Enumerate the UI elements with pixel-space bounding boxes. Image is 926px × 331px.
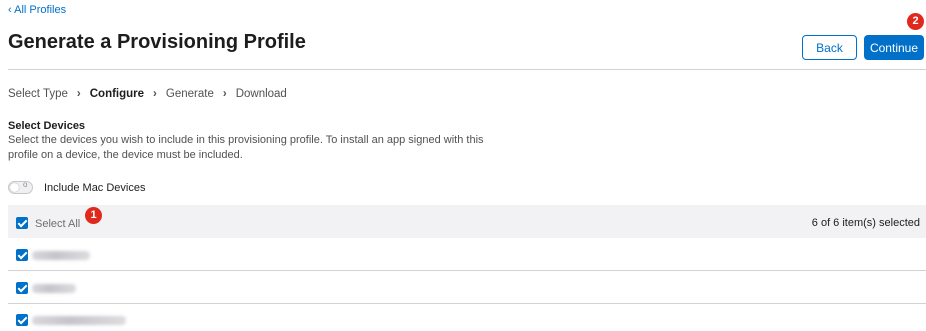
device-name: iPhone	[32, 316, 126, 325]
device-name: iPhone	[32, 251, 90, 260]
device-checkbox[interactable]	[16, 314, 28, 326]
select-all-row	[8, 205, 926, 238]
page-title: Generate a Provisioning Profile	[8, 31, 306, 53]
header-divider	[8, 69, 926, 70]
select-all-checkbox[interactable]	[16, 217, 28, 229]
select-all-label: Select All	[35, 218, 81, 230]
step-download: Download	[235, 88, 287, 100]
selected-count: 6 of 6 item(s) selected	[811, 217, 920, 229]
step-select-type: Select Type	[8, 88, 68, 100]
select-devices-description: Select the devices you wish to include i…	[8, 134, 484, 161]
row-divider	[8, 270, 926, 271]
continue-button[interactable]: Continue	[864, 35, 924, 60]
toggle-off-icon: o	[23, 180, 28, 189]
chevron-right-icon: ›	[222, 88, 227, 100]
include-mac-devices-toggle[interactable]: o	[8, 180, 33, 194]
chevron-right-icon: ›	[76, 88, 81, 100]
step-generate: Generate	[165, 88, 214, 100]
chevron-right-icon: ›	[153, 88, 157, 100]
select-all-annotation-badge: 1	[85, 207, 102, 224]
step-configure: Configure	[89, 88, 145, 100]
back-button[interactable]: Back	[802, 35, 857, 60]
continue-annotation-badge: 2	[907, 13, 924, 30]
all-profiles-link[interactable]: ‹ All Profiles	[8, 4, 66, 16]
device-checkbox[interactable]	[16, 249, 28, 261]
device-checkbox[interactable]	[16, 282, 28, 294]
row-divider	[8, 303, 926, 304]
step-breadcrumb: Select Type › Configure › Generate › Download	[8, 88, 287, 100]
select-devices-heading: Select Devices	[8, 120, 86, 132]
include-mac-devices-label: Include Mac Devices	[44, 182, 146, 194]
toggle-knob	[10, 183, 19, 192]
device-name: iPad	[32, 284, 76, 293]
